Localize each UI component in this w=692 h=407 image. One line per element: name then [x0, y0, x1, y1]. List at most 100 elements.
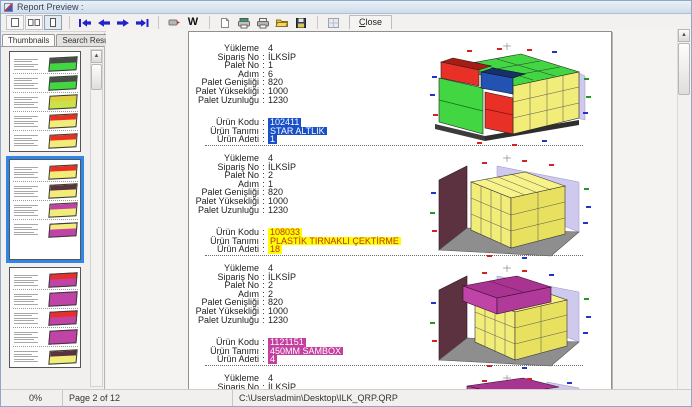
print-setup-icon	[167, 17, 181, 28]
thumbnail-mini-visual	[48, 202, 77, 217]
thumbnail-row	[13, 220, 78, 239]
scrollbar-thumb[interactable]	[91, 64, 102, 90]
product-name-value: PLASTİK TIRNAKLI ÇEKTİRME	[268, 237, 401, 246]
open-report-button[interactable]	[273, 15, 291, 30]
thumbnail-text-lines	[14, 114, 38, 128]
thumbnail-text-lines	[14, 223, 38, 237]
axis-glyph	[503, 155, 511, 162]
field-label: Ürün Adeti	[189, 245, 259, 254]
field-label: Ürün Adeti	[189, 355, 259, 364]
product-qty-value: 1	[268, 135, 277, 144]
thumbnail-text-lines	[14, 165, 38, 179]
product-qty-value: 4	[268, 355, 277, 364]
report-preview-window: Report Preview : W	[0, 0, 692, 407]
zoom-page-width-button[interactable]	[44, 15, 62, 30]
new-report-button[interactable]	[216, 15, 234, 30]
app-icon	[4, 3, 13, 12]
thumbnail-mini-visual	[48, 310, 77, 325]
thumbnail-text-lines	[14, 76, 38, 90]
zoom-100-icon	[27, 17, 41, 28]
field-value: 1230	[268, 206, 288, 215]
print-dialog-icon	[237, 17, 251, 29]
save-report-button[interactable]	[292, 15, 310, 30]
close-button[interactable]: Close	[349, 15, 392, 30]
scroll-up-arrow-icon[interactable]: ▲	[678, 29, 690, 42]
thumbnail-list	[3, 49, 87, 389]
pallet-3d-visual-1	[427, 42, 595, 150]
thumbnail-row	[13, 74, 78, 93]
print-button[interactable]	[254, 15, 272, 30]
tab-bar: Thumbnails Search Results	[1, 33, 104, 46]
toolbar-separator	[69, 16, 70, 29]
green-boxes	[439, 78, 483, 134]
zoom-100-button[interactable]	[25, 15, 43, 30]
thumbnail-mini-visual	[48, 164, 77, 179]
field-label: Palet Uzunluğu	[189, 96, 259, 105]
thumbnail-mini-visual	[48, 329, 77, 344]
thumbnail-text-lines	[14, 350, 38, 364]
next-page-button[interactable]	[114, 15, 132, 30]
thumbnail-page-1[interactable]	[9, 51, 81, 152]
red-boxes	[485, 92, 513, 134]
page-view-button[interactable]	[324, 15, 342, 30]
status-page-info: Page 2 of 12	[63, 390, 233, 406]
toolbar-separator	[158, 16, 159, 29]
field-value: 1230	[268, 96, 288, 105]
thumbnail-text-lines	[14, 311, 38, 325]
thumbnail-page-3[interactable]	[9, 267, 81, 368]
print-dialog-button[interactable]	[235, 15, 253, 30]
thumbnail-text-lines	[14, 184, 38, 198]
thumbnail-mini-visual	[48, 272, 77, 287]
thumbnail-row	[13, 290, 78, 309]
print-icon	[256, 17, 270, 29]
thumbnail-row	[13, 93, 78, 112]
product-name-value: STAR ALTLIK	[268, 127, 327, 136]
zoom-fit-button[interactable]	[6, 15, 24, 30]
thumbnail-mini-visual	[48, 349, 77, 364]
prev-page-icon	[96, 18, 112, 28]
scrollbar-thumb[interactable]	[678, 43, 690, 95]
zoom-fit-icon	[9, 17, 21, 28]
thumbnail-mini-visual	[48, 183, 77, 198]
thumbnail-mini-visual	[48, 222, 77, 237]
window-titlebar: Report Preview :	[1, 1, 691, 14]
toolbar-separator	[209, 16, 210, 29]
new-doc-icon	[219, 17, 231, 29]
thumbnail-text-lines	[14, 203, 38, 217]
product-qty-value: 18	[268, 245, 282, 254]
fit-width-button[interactable]: W	[184, 15, 202, 30]
pallet-3d-visual-4	[427, 374, 595, 389]
field-label: Palet Uzunluğu	[189, 316, 259, 325]
thumbnail-mini-visual	[48, 75, 77, 90]
close-button-label: Close	[359, 17, 382, 27]
page-view-icon	[327, 17, 340, 29]
first-page-button[interactable]	[76, 15, 94, 30]
thumbnail-scrollbar[interactable]: ▲	[90, 49, 103, 387]
status-bar: 0% Page 2 of 12 C:\Users\admin\Desktop\I…	[1, 389, 691, 406]
save-icon	[295, 17, 307, 29]
print-setup-button[interactable]	[165, 15, 183, 30]
scroll-up-arrow-icon[interactable]: ▲	[91, 50, 102, 63]
thumbnail-text-lines	[14, 273, 38, 287]
thumbnail-text-lines	[14, 134, 38, 148]
tab-thumbnails[interactable]: Thumbnails	[2, 34, 55, 46]
thumbnail-row	[13, 201, 78, 220]
thumbnail-page-2[interactable]	[9, 159, 81, 260]
status-progress: 0%	[1, 390, 63, 406]
thumbnail-mini-visual	[48, 133, 77, 148]
last-page-button[interactable]	[133, 15, 151, 30]
thumbnail-text-lines	[14, 292, 38, 306]
thumbnail-row	[13, 328, 78, 347]
preview-scrollbar[interactable]: ▲	[677, 29, 690, 389]
thumbnail-row	[13, 55, 78, 74]
zoom-page-width-icon	[47, 17, 59, 28]
thumbnail-list-area: ▲	[1, 46, 104, 389]
thumbnail-row	[13, 131, 78, 150]
pallet-3d-visual-3	[427, 264, 595, 372]
report-preview-area: Yükleme:4 Sipariş No:İLKSİP Palet No:1 A…	[106, 29, 691, 389]
thumbnail-row	[13, 347, 78, 366]
field-label: Ürün Adeti	[189, 135, 259, 144]
thumbnail-text-lines	[14, 57, 38, 71]
prev-page-button[interactable]	[95, 15, 113, 30]
axis-glyph	[503, 265, 511, 272]
